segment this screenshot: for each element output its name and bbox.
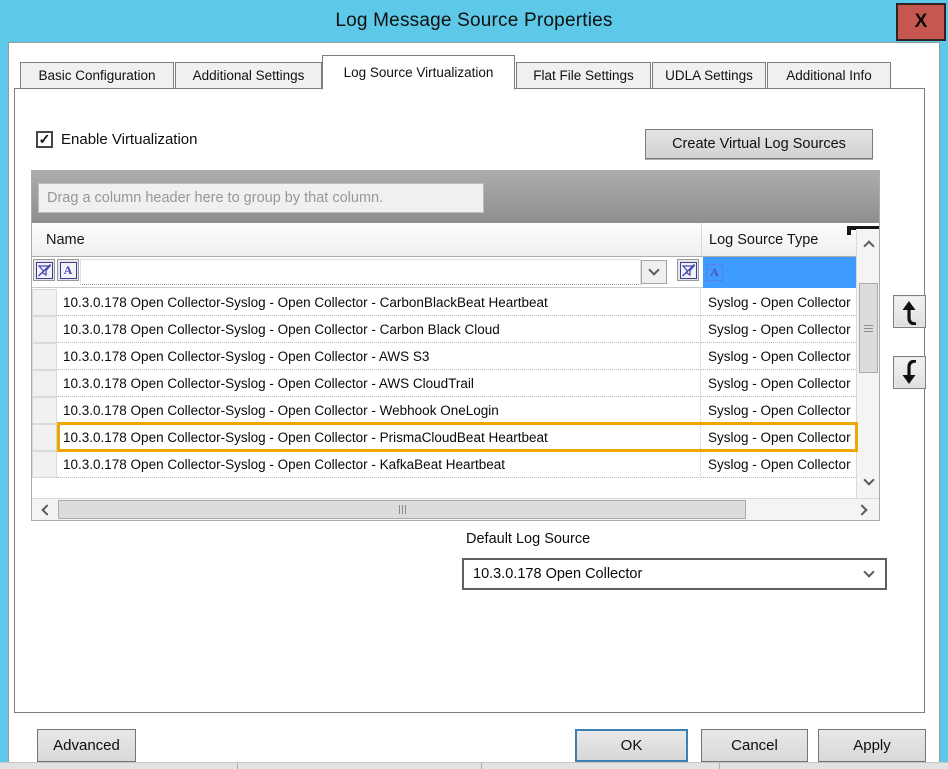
move-row-up-button[interactable] bbox=[893, 295, 926, 328]
text-filter-icon: A bbox=[60, 262, 77, 279]
name-clear-filter-button[interactable] bbox=[33, 259, 55, 281]
text-filter-icon: A bbox=[706, 264, 723, 281]
clear-filter-icon bbox=[680, 262, 697, 279]
name-text-filter-button[interactable]: A bbox=[57, 259, 79, 281]
advanced-button[interactable]: Advanced bbox=[37, 729, 136, 762]
table-row[interactable]: 10.3.0.178 Open Collector-Syslog - Open … bbox=[32, 343, 856, 370]
tab-label: Additional Settings bbox=[193, 68, 305, 83]
tab-label: Basic Configuration bbox=[38, 68, 155, 83]
button-label: Create Virtual Log Sources bbox=[672, 136, 846, 152]
cell-log-source-type[interactable]: Syslog - Open Collector bbox=[701, 370, 856, 397]
curved-arrow-up-icon bbox=[898, 299, 922, 325]
cell-log-source-type[interactable]: Syslog - Open Collector bbox=[701, 397, 856, 424]
table-row[interactable]: 10.3.0.178 Open Collector-Syslog - Open … bbox=[32, 289, 856, 316]
titlebar[interactable]: Log Message Source Properties bbox=[0, 0, 948, 42]
scroll-right-button[interactable] bbox=[852, 500, 876, 520]
tab-label: UDLA Settings bbox=[665, 68, 753, 83]
tab-udla-settings[interactable]: UDLA Settings bbox=[652, 62, 766, 89]
button-label: Cancel bbox=[731, 737, 778, 754]
cancel-button[interactable]: Cancel bbox=[701, 729, 808, 762]
log-sources-grid: Drag a column header here to group by th… bbox=[31, 170, 880, 521]
cell-name[interactable]: 10.3.0.178 Open Collector-Syslog - Open … bbox=[57, 424, 701, 451]
check-icon: ✓ bbox=[39, 131, 51, 148]
cell-log-source-type[interactable]: Syslog - Open Collector bbox=[701, 289, 856, 316]
group-by-hint: Drag a column header here to group by th… bbox=[38, 183, 484, 213]
scroll-left-button[interactable] bbox=[33, 500, 57, 520]
group-by-bar[interactable]: Drag a column header here to group by th… bbox=[32, 171, 879, 223]
cell-name[interactable]: 10.3.0.178 Open Collector-Syslog - Open … bbox=[57, 316, 701, 343]
cell-log-source-type[interactable]: Syslog - Open Collector bbox=[701, 316, 856, 343]
apply-button[interactable]: Apply bbox=[818, 729, 926, 762]
table-row-highlighted[interactable]: 10.3.0.178 Open Collector-Syslog - Open … bbox=[32, 424, 856, 451]
table-row[interactable]: 10.3.0.178 Open Collector-Syslog - Open … bbox=[32, 316, 856, 343]
button-label: Advanced bbox=[53, 737, 120, 754]
move-row-down-button[interactable] bbox=[893, 356, 926, 389]
vertical-scrollbar[interactable] bbox=[856, 229, 879, 498]
name-filter-input[interactable] bbox=[80, 259, 641, 285]
scroll-down-button[interactable] bbox=[858, 469, 879, 495]
clear-filter-icon bbox=[36, 262, 53, 279]
cell-log-source-type[interactable]: Syslog - Open Collector bbox=[701, 451, 856, 478]
chevron-down-icon bbox=[863, 566, 874, 577]
horizontal-scrollbar-thumb[interactable] bbox=[58, 500, 746, 519]
background-window-strip bbox=[0, 762, 948, 768]
type-clear-filter-button[interactable] bbox=[677, 259, 699, 281]
log-message-source-properties-window: Log Message Source Properties X Basic Co… bbox=[0, 0, 948, 768]
chevron-right-icon bbox=[856, 504, 867, 515]
tab-additional-info[interactable]: Additional Info bbox=[767, 62, 891, 89]
ok-button[interactable]: OK bbox=[575, 729, 688, 762]
tab-label: Flat File Settings bbox=[533, 68, 634, 83]
row-selector[interactable] bbox=[32, 397, 57, 424]
curved-arrow-down-icon bbox=[898, 360, 922, 386]
combobox-value: 10.3.0.178 Open Collector bbox=[473, 566, 642, 582]
tab-additional-settings[interactable]: Additional Settings bbox=[175, 62, 322, 89]
chevron-down-icon bbox=[648, 264, 659, 275]
tab-label: Additional Info bbox=[786, 68, 872, 83]
close-button[interactable]: X bbox=[896, 3, 946, 41]
enable-virtualization-label: Enable Virtualization bbox=[61, 131, 197, 148]
chevron-up-icon bbox=[863, 240, 874, 251]
cell-name[interactable]: 10.3.0.178 Open Collector-Syslog - Open … bbox=[57, 451, 701, 478]
column-header-label: Log Source Type bbox=[709, 232, 818, 248]
enable-virtualization-checkbox[interactable]: ✓ bbox=[36, 131, 53, 148]
column-header-log-source-type[interactable]: Log Source Type bbox=[701, 223, 856, 257]
cell-name[interactable]: 10.3.0.178 Open Collector-Syslog - Open … bbox=[57, 397, 701, 424]
row-selector[interactable] bbox=[32, 289, 57, 316]
row-selector[interactable] bbox=[32, 343, 57, 370]
name-filter-dropdown-button[interactable] bbox=[641, 260, 667, 284]
type-filter-cell-focused[interactable]: A bbox=[703, 257, 856, 288]
scroll-up-button[interactable] bbox=[858, 231, 879, 257]
row-selector[interactable] bbox=[32, 451, 57, 478]
horizontal-scrollbar[interactable] bbox=[32, 498, 879, 520]
tab-basic-configuration[interactable]: Basic Configuration bbox=[20, 62, 174, 89]
tab-log-source-virtualization[interactable]: Log Source Virtualization bbox=[322, 55, 515, 90]
column-header-label: Name bbox=[46, 232, 85, 248]
default-log-source-combobox[interactable]: 10.3.0.178 Open Collector bbox=[462, 558, 887, 590]
table-row[interactable]: 10.3.0.178 Open Collector-Syslog - Open … bbox=[32, 370, 856, 397]
table-row[interactable]: 10.3.0.178 Open Collector-Syslog - Open … bbox=[32, 397, 856, 424]
cell-log-source-type[interactable]: Syslog - Open Collector bbox=[701, 424, 856, 451]
filter-row: A A bbox=[32, 257, 856, 288]
close-icon: X bbox=[915, 11, 928, 33]
cell-name[interactable]: 10.3.0.178 Open Collector-Syslog - Open … bbox=[57, 370, 701, 397]
row-selector[interactable] bbox=[32, 370, 57, 397]
default-log-source-label: Default Log Source bbox=[466, 531, 590, 547]
cell-name[interactable]: 10.3.0.178 Open Collector-Syslog - Open … bbox=[57, 289, 701, 316]
tab-flat-file-settings[interactable]: Flat File Settings bbox=[516, 62, 651, 89]
column-header-name[interactable]: Name bbox=[32, 223, 701, 257]
cell-log-source-type[interactable]: Syslog - Open Collector bbox=[701, 343, 856, 370]
cell-name[interactable]: 10.3.0.178 Open Collector-Syslog - Open … bbox=[57, 343, 701, 370]
button-label: Apply bbox=[853, 737, 891, 754]
tab-label: Log Source Virtualization bbox=[344, 65, 494, 80]
create-virtual-log-sources-button[interactable]: Create Virtual Log Sources bbox=[645, 129, 873, 159]
button-label: OK bbox=[621, 737, 643, 754]
window-title: Log Message Source Properties bbox=[0, 0, 948, 42]
table-row[interactable]: 10.3.0.178 Open Collector-Syslog - Open … bbox=[32, 451, 856, 478]
row-selector[interactable] bbox=[32, 316, 57, 343]
row-selector[interactable] bbox=[32, 424, 57, 451]
chevron-down-icon bbox=[863, 474, 874, 485]
chevron-left-icon bbox=[41, 504, 52, 515]
vertical-scrollbar-thumb[interactable] bbox=[859, 283, 878, 373]
